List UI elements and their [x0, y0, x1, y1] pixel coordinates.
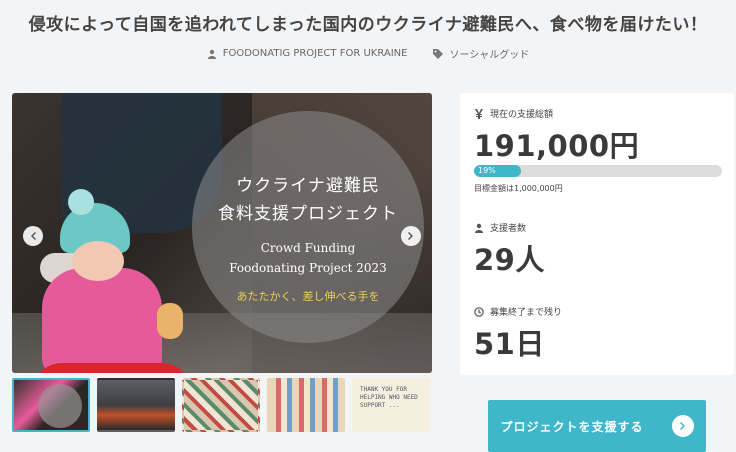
hero-photo-child-jacket — [42, 268, 162, 373]
thumbnail-3[interactable] — [182, 378, 260, 432]
hero-overlay-line4: Foodonating Project 2023 — [229, 261, 387, 275]
project-meta: FOODONATIG PROJECT FOR UKRAINE ソーシャルグッド — [0, 46, 736, 61]
carousel-prev-button[interactable] — [23, 226, 43, 246]
hero-photo-bag — [32, 363, 192, 373]
yen-icon — [475, 108, 483, 119]
owner-link[interactable]: FOODONATIG PROJECT FOR UKRAINE — [207, 46, 408, 61]
person-icon — [207, 49, 216, 59]
category-link[interactable]: ソーシャルグッド — [433, 46, 529, 61]
support-button-label: プロジェクトを支援する — [500, 419, 644, 434]
progress-bar: 19% — [474, 165, 722, 177]
total-label: 現在の支援総額 — [490, 110, 554, 120]
support-project-button[interactable]: プロジェクトを支援する — [488, 400, 706, 452]
chevron-left-icon — [31, 232, 36, 240]
page-title: 侵攻によって自国を追われてしまった国内のウクライナ避難民へ、食べ物を届けたい！ — [28, 15, 708, 35]
thumbnail-1[interactable] — [12, 378, 90, 432]
hero-photo-face — [72, 241, 124, 281]
thumbnail-5-handwriting: THANK YOU FOR HELPING WHO NEED SUPPORT .… — [360, 386, 418, 409]
clock-icon — [474, 306, 484, 317]
hero-photo-pompom — [68, 189, 94, 215]
thumbnail-2[interactable] — [97, 378, 175, 432]
tag-icon — [433, 48, 444, 59]
thumbnail-1-overlay — [38, 384, 82, 428]
backers-label: 支援者数 — [490, 224, 527, 234]
remaining-label: 募集終了まで残り — [490, 308, 563, 318]
owner-name: FOODONATIG PROJECT FOR UKRAINE — [222, 48, 408, 59]
hero-photo-bread — [157, 303, 183, 339]
hero-overlay-line5: あたたかく、差し伸べる手を — [236, 290, 380, 303]
thumbnail-strip: THANK YOU FOR HELPING WHO NEED SUPPORT .… — [12, 378, 430, 432]
goal-amount: 目標金額は1,000,000円 — [474, 184, 563, 193]
arrow-circle-icon — [671, 415, 694, 437]
progress-fill: 19% — [474, 165, 522, 177]
chevron-right-icon — [408, 232, 413, 240]
remaining-days: 51日 — [474, 327, 545, 361]
remaining-label-row: 募集終了まで残り — [474, 305, 562, 318]
hero-overlay-circle — [192, 111, 424, 343]
category-name: ソーシャルグッド — [449, 50, 530, 61]
total-amount: 191,000円 — [474, 129, 640, 163]
hero-image-carousel[interactable]: ウクライナ避難民 食料支援プロジェクト Crowd Funding Foodon… — [12, 93, 432, 373]
thumbnail-5[interactable]: THANK YOU FOR HELPING WHO NEED SUPPORT .… — [352, 378, 430, 432]
backers-count: 29人 — [474, 243, 545, 277]
total-label-row: 現在の支援総額 — [474, 107, 553, 120]
hero-overlay-line3: Crowd Funding — [260, 241, 356, 255]
person-icon — [475, 223, 483, 233]
thumbnail-4[interactable] — [267, 378, 345, 432]
hero-overlay-line2: 食料支援プロジェクト — [218, 204, 398, 224]
hero-overlay-line1: ウクライナ避難民 — [236, 176, 380, 196]
carousel-next-button[interactable] — [401, 226, 421, 246]
funding-stats-panel: 現在の支援総額 191,000円 19% 目標金額は1,000,000円 支援者… — [460, 93, 734, 375]
backers-label-row: 支援者数 — [474, 221, 526, 234]
